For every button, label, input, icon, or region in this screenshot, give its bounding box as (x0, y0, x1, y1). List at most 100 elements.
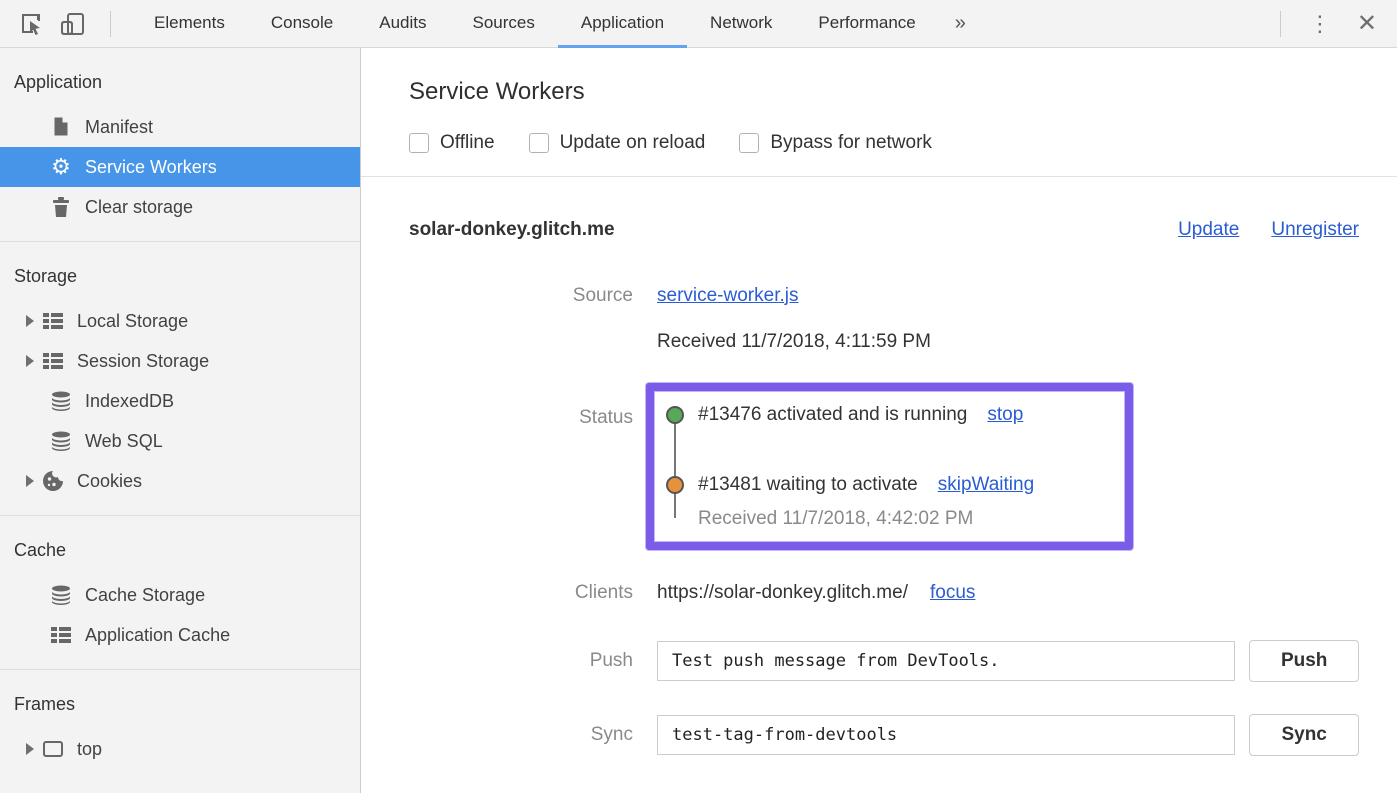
cookie-icon (42, 470, 64, 492)
toolbar-separator (1280, 11, 1281, 37)
update-link[interactable]: Update (1178, 219, 1239, 241)
panel-tabs: Elements Console Audits Sources Applicat… (131, 0, 939, 48)
update-on-reload-checkbox[interactable] (529, 133, 549, 153)
offline-checkbox-group[interactable]: Offline (409, 132, 495, 154)
client-url: https://solar-donkey.glitch.me/ (657, 582, 908, 604)
gear-icon: ⚙ (50, 156, 72, 178)
sidebar-item-web-sql[interactable]: Web SQL (0, 421, 360, 461)
manifest-icon (50, 116, 72, 138)
push-label: Push (409, 650, 633, 672)
sync-tag-input[interactable] (657, 715, 1235, 755)
checkbox-label: Offline (440, 132, 495, 154)
worker-origin: solar-donkey.glitch.me (409, 219, 615, 241)
sidebar-item-label: top (77, 739, 102, 760)
tab-application[interactable]: Application (558, 0, 687, 48)
trash-icon (50, 196, 72, 218)
frame-icon (42, 738, 64, 760)
worker-header: solar-donkey.glitch.me Update Unregister (409, 219, 1359, 241)
waiting-worker-row: #13481 waiting to activate skipWaiting (698, 474, 1109, 496)
more-tabs-icon[interactable]: » (939, 1, 982, 46)
unregister-link[interactable]: Unregister (1271, 219, 1359, 241)
sidebar-section-application: Application Manifest ⚙ Service Workers (0, 48, 360, 242)
sidebar-section-frames: Frames top (0, 670, 360, 783)
table-icon (50, 624, 72, 646)
bypass-for-network-checkbox[interactable] (739, 133, 759, 153)
sidebar-section-storage: Storage Local Storage (0, 242, 360, 516)
page-title: Service Workers (409, 78, 1359, 106)
sidebar-item-label: Application Cache (85, 625, 230, 646)
offline-checkbox[interactable] (409, 133, 429, 153)
waiting-status-dot (666, 476, 684, 494)
push-row: Push Push (409, 640, 1359, 682)
active-worker-row: #13476 activated and is running stop (698, 404, 1109, 426)
sidebar-item-label: Service Workers (85, 157, 217, 178)
sync-row: Sync Sync (409, 714, 1359, 756)
source-row: Source service-worker.js (409, 285, 1359, 307)
sidebar-item-cookies[interactable]: Cookies (0, 461, 360, 501)
tab-performance[interactable]: Performance (795, 0, 938, 48)
tab-audits[interactable]: Audits (356, 0, 449, 48)
push-button[interactable]: Push (1249, 640, 1359, 682)
database-icon (50, 584, 72, 606)
sidebar-item-top-frame[interactable]: top (0, 729, 360, 769)
table-icon (42, 310, 64, 332)
sidebar-item-service-workers[interactable]: ⚙ Service Workers (0, 147, 360, 187)
sidebar-item-local-storage[interactable]: Local Storage (0, 301, 360, 341)
database-icon (50, 390, 72, 412)
sidebar-item-label: IndexedDB (85, 391, 174, 412)
sidebar-item-label: Manifest (85, 117, 153, 138)
section-divider (361, 176, 1397, 177)
clients-row: Clients https://solar-donkey.glitch.me/ … (409, 582, 1359, 604)
sidebar-item-label: Clear storage (85, 197, 193, 218)
devtools-window: Elements Console Audits Sources Applicat… (0, 0, 1397, 793)
expand-triangle-icon[interactable] (26, 315, 34, 327)
toolbar-separator (110, 11, 111, 37)
source-received-row: Received 11/7/2018, 4:11:59 PM (409, 331, 1359, 353)
section-title: Storage (0, 266, 360, 301)
inspect-element-icon[interactable] (14, 7, 48, 41)
source-file-link[interactable]: service-worker.js (657, 285, 798, 306)
update-on-reload-checkbox-group[interactable]: Update on reload (529, 132, 706, 154)
bypass-for-network-checkbox-group[interactable]: Bypass for network (739, 132, 932, 154)
section-title: Cache (0, 540, 360, 575)
sidebar-item-clear-storage[interactable]: Clear storage (0, 187, 360, 227)
application-sidebar: Application Manifest ⚙ Service Workers (0, 48, 361, 793)
active-status-dot (666, 406, 684, 424)
sidebar-item-label: Cache Storage (85, 585, 205, 606)
tab-elements[interactable]: Elements (131, 0, 248, 48)
active-worker-status: #13476 activated and is running (698, 404, 967, 426)
sidebar-item-session-storage[interactable]: Session Storage (0, 341, 360, 381)
tab-console[interactable]: Console (248, 0, 356, 48)
skipwaiting-link[interactable]: skipWaiting (938, 474, 1034, 496)
sidebar-item-cache-storage[interactable]: Cache Storage (0, 575, 360, 615)
tab-network[interactable]: Network (687, 0, 795, 48)
close-icon[interactable]: ✕ (1347, 9, 1397, 38)
service-worker-options: Offline Update on reload Bypass for netw… (409, 132, 1359, 154)
sync-button[interactable]: Sync (1249, 714, 1359, 756)
sidebar-item-indexeddb[interactable]: IndexedDB (0, 381, 360, 421)
clients-label: Clients (409, 582, 633, 604)
sidebar-item-label: Session Storage (77, 351, 209, 372)
status-label: Status (409, 383, 633, 429)
expand-triangle-icon[interactable] (26, 743, 34, 755)
device-toolbar-icon[interactable] (56, 7, 90, 41)
section-title: Application (0, 72, 360, 107)
menu-kebab-icon[interactable]: ⋮ (1293, 11, 1347, 37)
sidebar-item-label: Local Storage (77, 311, 188, 332)
status-row: Status #13476 activated and is running s… (409, 383, 1359, 550)
push-message-input[interactable] (657, 641, 1235, 681)
devtools-toolbar: Elements Console Audits Sources Applicat… (0, 0, 1397, 48)
service-workers-panel: Service Workers Offline Update on reload… (361, 48, 1397, 793)
sidebar-item-manifest[interactable]: Manifest (0, 107, 360, 147)
section-title: Frames (0, 694, 360, 729)
source-label: Source (409, 285, 633, 307)
tab-sources[interactable]: Sources (450, 0, 558, 48)
focus-link[interactable]: focus (930, 582, 975, 604)
expand-triangle-icon[interactable] (26, 475, 34, 487)
stop-link[interactable]: stop (987, 404, 1023, 426)
checkbox-label: Bypass for network (770, 132, 932, 154)
sync-label: Sync (409, 724, 633, 746)
expand-triangle-icon[interactable] (26, 355, 34, 367)
sidebar-item-application-cache[interactable]: Application Cache (0, 615, 360, 655)
table-icon (42, 350, 64, 372)
